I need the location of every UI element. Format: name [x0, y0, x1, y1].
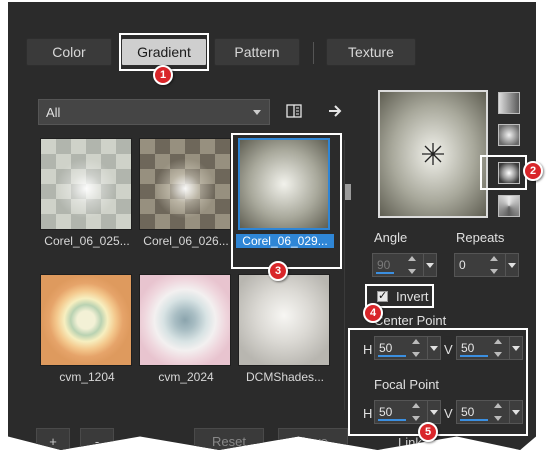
angle-label: Angle	[374, 230, 408, 245]
scrollbar-thumb[interactable]	[345, 184, 351, 200]
repeats-dropdown[interactable]	[505, 253, 519, 277]
arrow-down-icon[interactable]	[494, 416, 502, 421]
add-button[interactable]: +	[36, 428, 70, 450]
value-underline	[376, 272, 394, 274]
callout-badge: 4	[363, 303, 383, 323]
arrow-down-icon[interactable]	[408, 269, 416, 274]
center-h-dropdown[interactable]	[427, 336, 441, 360]
swatch-label: Corel_06_025...	[44, 234, 130, 248]
callout-badge: 3	[268, 261, 288, 281]
swatch-corel-06-029[interactable]: Corel_06_029...	[236, 138, 334, 248]
focal-h-dropdown[interactable]	[427, 400, 441, 424]
save-button[interactable]: Save	[278, 428, 348, 450]
chevron-down-icon	[430, 346, 438, 351]
swatch-cvm-2024[interactable]: cvm_2024	[139, 274, 231, 384]
arrow-down-icon[interactable]	[490, 269, 498, 274]
focal-v-label: V	[444, 406, 453, 421]
focal-point-label: Focal Point	[374, 377, 440, 392]
callout-badge: 2	[523, 161, 543, 181]
linear-style-button[interactable]	[498, 92, 520, 114]
swatch-thumbnail	[238, 138, 330, 230]
tab-color[interactable]: Color	[26, 38, 112, 66]
value-underline	[378, 419, 406, 421]
invert-label: Invert	[396, 289, 429, 304]
chevron-down-icon	[508, 263, 516, 268]
focal-h-stepper[interactable]	[411, 403, 421, 421]
arrow-up-icon[interactable]	[490, 256, 498, 261]
value-underline	[460, 355, 488, 357]
gradient-dialog: Color Gradient Pattern Texture All Corel…	[8, 2, 536, 450]
center-h-label: H	[363, 342, 373, 357]
swatch-label: Corel_06_029...	[236, 234, 334, 248]
swatch-thumbnail	[139, 274, 231, 366]
repeats-value: 0	[459, 258, 466, 272]
arrow-up-icon[interactable]	[412, 339, 420, 344]
chevron-down-icon	[426, 263, 434, 268]
swatch-thumbnail	[238, 274, 330, 366]
focal-v-dropdown[interactable]	[509, 400, 523, 424]
category-select-value: All	[46, 104, 61, 120]
focal-h-value: 50	[379, 405, 393, 419]
swatch-label: cvm_1204	[59, 370, 115, 384]
swatch-label: cvm_2024	[158, 370, 214, 384]
callout-badge: 1	[153, 65, 173, 85]
library-icon[interactable]	[285, 102, 303, 120]
tab-separator	[313, 42, 314, 64]
repeats-label: Repeats	[456, 230, 505, 245]
swatch-dcmshades[interactable]: DCMShades...	[238, 274, 330, 384]
arrow-up-icon[interactable]	[412, 403, 420, 408]
value-underline	[378, 355, 406, 357]
center-point-label: Center Point	[374, 313, 447, 328]
center-h-value: 50	[379, 341, 393, 355]
chevron-down-icon	[253, 110, 261, 115]
link-label[interactable]: Link	[398, 435, 422, 450]
swatch-label: DCMShades...	[245, 370, 325, 384]
angle-value: 90	[377, 258, 391, 272]
center-v-dropdown[interactable]	[509, 336, 523, 360]
arrow-down-icon[interactable]	[412, 416, 420, 421]
arrow-down-icon[interactable]	[412, 352, 420, 357]
sunburst-style-button[interactable]	[498, 195, 520, 217]
center-h-stepper[interactable]	[411, 339, 421, 357]
gradient-preview[interactable]	[378, 90, 488, 218]
swatch-thumbnail	[40, 274, 132, 366]
repeats-stepper[interactable]	[489, 256, 499, 274]
swatch-thumbnail	[139, 138, 231, 230]
angle-stepper[interactable]	[407, 256, 417, 274]
tab-gradient[interactable]: Gradient	[121, 38, 207, 66]
arrow-down-icon[interactable]	[494, 352, 502, 357]
invert-checkbox[interactable]	[377, 289, 388, 302]
value-underline	[460, 419, 488, 421]
chevron-down-icon	[512, 410, 520, 415]
swatch-corel-06-026[interactable]: Corel_06_026...	[139, 138, 231, 248]
arrow-right-icon[interactable]	[326, 102, 344, 120]
arrow-up-icon[interactable]	[408, 256, 416, 261]
remove-button[interactable]: -	[80, 428, 114, 450]
swatch-corel-06-025[interactable]: Corel_06_025...	[40, 138, 132, 248]
center-v-stepper[interactable]	[493, 339, 503, 357]
tab-pattern[interactable]: Pattern	[214, 38, 300, 66]
arrow-up-icon[interactable]	[494, 403, 502, 408]
chevron-down-icon	[512, 346, 520, 351]
tab-texture[interactable]: Texture	[326, 38, 416, 66]
reset-button[interactable]: Reset	[194, 428, 264, 450]
angle-dropdown[interactable]	[423, 253, 437, 277]
center-v-label: V	[444, 342, 453, 357]
arrow-up-icon[interactable]	[494, 339, 502, 344]
focal-v-value: 50	[461, 405, 475, 419]
category-select[interactable]: All	[38, 99, 270, 125]
focal-v-stepper[interactable]	[493, 403, 503, 421]
focal-h-label: H	[363, 406, 373, 421]
rectangular-style-button[interactable]	[498, 124, 520, 146]
swatch-thumbnail	[40, 138, 132, 230]
radial-style-button[interactable]	[498, 162, 520, 184]
swatch-label: Corel_06_026...	[143, 234, 229, 248]
center-v-value: 50	[461, 341, 475, 355]
swatch-cvm-1204[interactable]: cvm_1204	[40, 274, 132, 384]
swatch-scrollbar[interactable]	[344, 140, 351, 410]
callout-badge: 5	[418, 422, 438, 442]
chevron-down-icon	[430, 410, 438, 415]
crosshair-icon[interactable]	[421, 142, 445, 166]
